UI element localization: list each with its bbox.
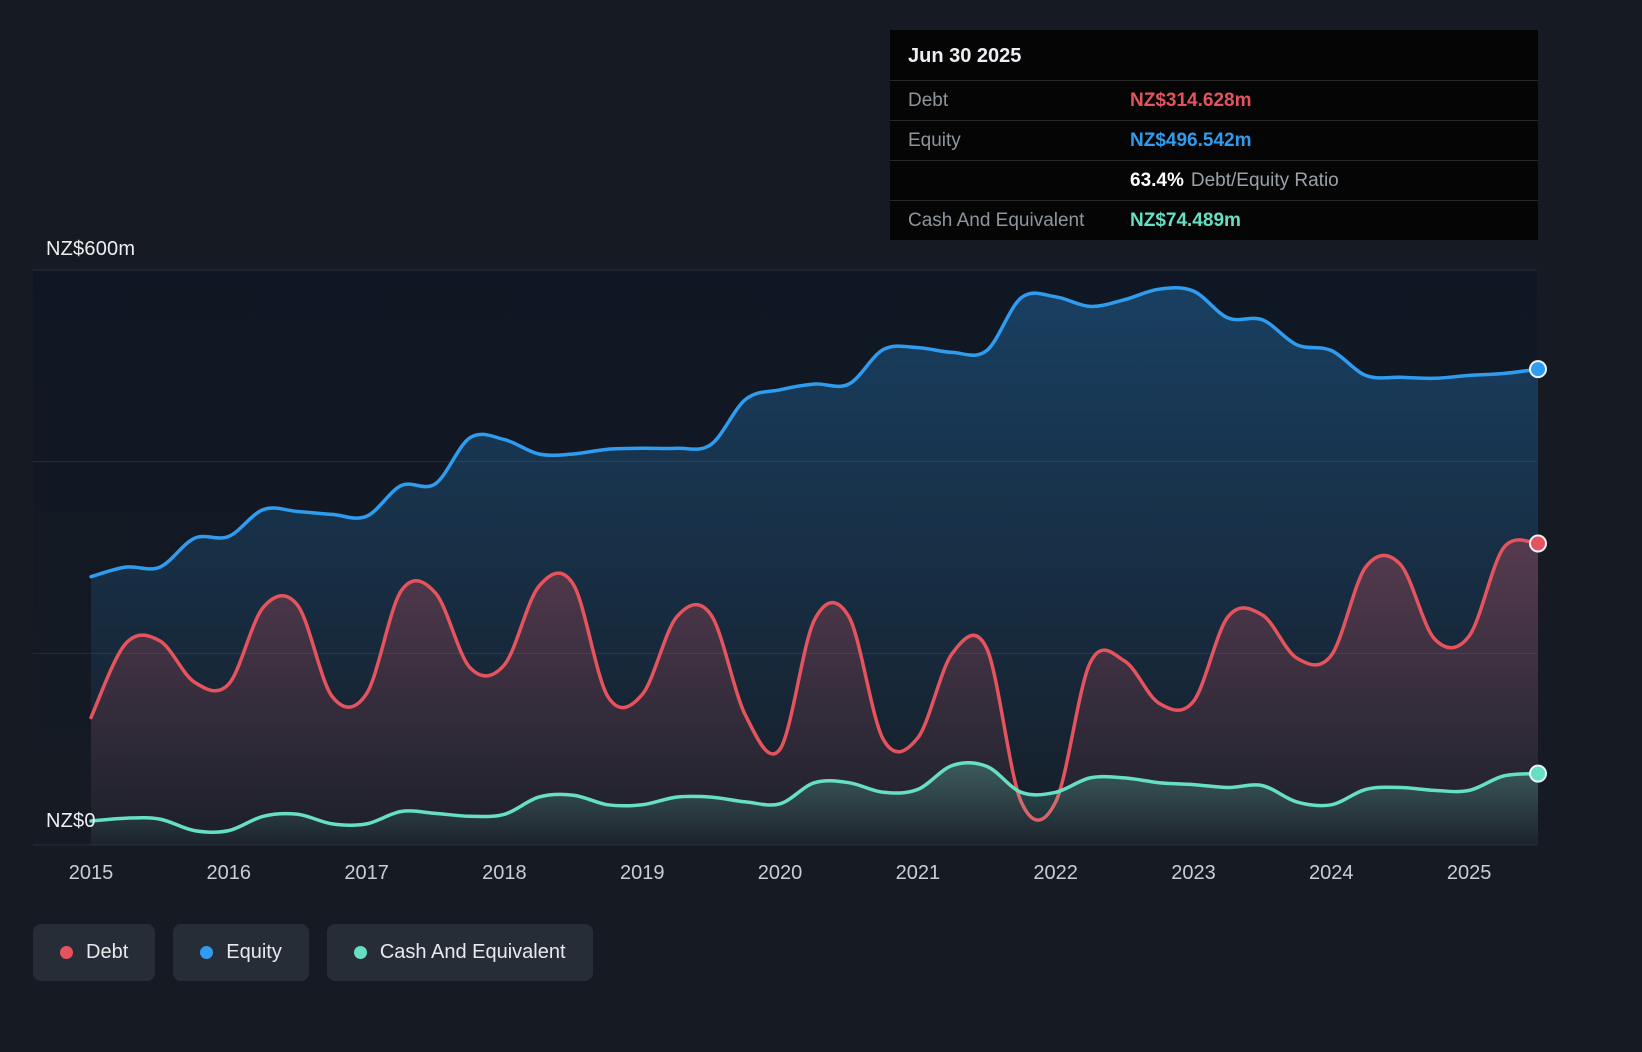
tooltip-ratio-value: 63.4% (1130, 169, 1184, 191)
x-axis-label-2022: 2022 (1033, 862, 1078, 884)
equity-endpoint-marker (1529, 360, 1547, 379)
debt-endpoint-marker (1529, 534, 1547, 553)
legend-item-label: Equity (226, 941, 282, 963)
x-axis-label-2020: 2020 (757, 862, 803, 884)
x-axis-label-2025: 2025 (1446, 862, 1492, 884)
y-axis-label-zero: NZ$0 (46, 810, 96, 832)
legend-item-label: Cash And Equivalent (379, 941, 566, 963)
x-axis-label-2024: 2024 (1309, 862, 1354, 884)
tooltip-equity-value: NZ$496.542m (1130, 129, 1252, 151)
tooltip-ratio-label: Debt/Equity Ratio (1190, 169, 1339, 191)
tooltip-debt-value: NZ$314.628m (1130, 89, 1252, 111)
tooltip-equity-label: Equity (908, 129, 961, 151)
x-axis-label-2015: 2015 (68, 862, 114, 884)
debt-equity-history-page: NZ$600m NZ$0 2015 2016 2017 2018 2019 2020 202… (0, 0, 1642, 1052)
x-axis-label-2019: 2019 (619, 862, 665, 884)
tooltip-row-cash: Cash And Equivalent NZ$74.489m (890, 200, 1538, 240)
y-axis-label-top: NZ$600m (46, 238, 136, 260)
cash-endpoint-marker (1529, 764, 1547, 783)
cash-legend-dot-icon (353, 946, 367, 959)
tooltip-row-equity: Equity NZ$496.542m (890, 120, 1538, 160)
debt-legend-dot-icon (60, 946, 73, 959)
legend-item-debt[interactable]: Debt (33, 924, 156, 981)
tooltip-debt-label: Debt (908, 89, 949, 111)
legend-item-label: Debt (86, 941, 129, 963)
legend-item-cash[interactable]: Cash And Equivalent (326, 924, 593, 981)
legend-item-equity[interactable]: Equity (173, 924, 309, 981)
tooltip-cash-label: Cash And Equivalent (908, 209, 1085, 231)
x-axis-label-2023: 2023 (1171, 862, 1216, 884)
tooltip-row-ratio: 63.4% Debt/Equity Ratio (890, 160, 1538, 200)
tooltip-cash-value: NZ$74.489m (1130, 209, 1241, 231)
equity-legend-dot-icon (200, 946, 214, 959)
x-axis-label-2021: 2021 (895, 862, 941, 884)
x-axis-label-2016: 2016 (206, 862, 252, 884)
x-axis-label-2018: 2018 (482, 862, 527, 884)
chart-legend: Debt Equity Cash And Equivalent (33, 924, 593, 981)
tooltip-row-debt: Debt NZ$314.628m (890, 80, 1538, 120)
x-axis: 2015 2016 2017 2018 2019 2020 2021 2022 2023 2024… (0, 862, 1642, 892)
x-axis-label-2017: 2017 (344, 862, 389, 884)
chart-tooltip: Jun 30 2025 Debt NZ$314.628m Equity NZ$4… (890, 30, 1538, 240)
tooltip-date: Jun 30 2025 (908, 45, 1022, 67)
